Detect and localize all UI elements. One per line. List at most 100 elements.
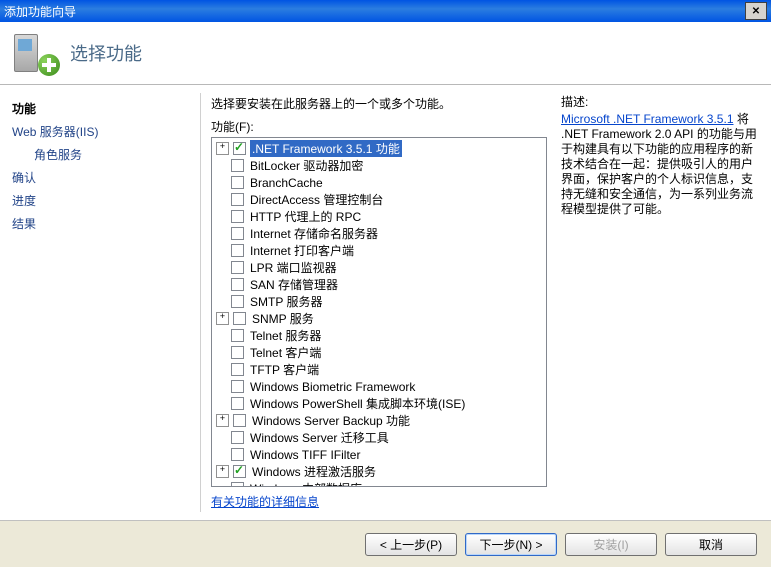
- cancel-button[interactable]: 取消: [665, 533, 757, 556]
- feature-row[interactable]: Windows PowerShell 集成脚本环境(ISE): [212, 395, 546, 412]
- feature-row[interactable]: BitLocker 驱动器加密: [212, 157, 546, 174]
- feature-checkbox[interactable]: [231, 210, 244, 223]
- prev-button[interactable]: < 上一步(P): [365, 533, 457, 556]
- description-text: 将 .NET Framework 2.0 API 的功能与用于构建具有以下功能的…: [561, 112, 757, 216]
- feature-checkbox[interactable]: [233, 465, 246, 478]
- install-button[interactable]: 安装(I): [565, 533, 657, 556]
- feature-checkbox[interactable]: [231, 193, 244, 206]
- feature-row[interactable]: Telnet 客户端: [212, 344, 546, 361]
- feature-checkbox[interactable]: [233, 414, 246, 427]
- more-info-link[interactable]: 有关功能的详细信息: [211, 493, 547, 510]
- feature-label: LPR 端口监视器: [248, 259, 339, 276]
- feature-label: Telnet 服务器: [248, 327, 323, 344]
- feature-label: Telnet 客户端: [248, 344, 323, 361]
- feature-checkbox[interactable]: [233, 312, 246, 325]
- feature-label: Windows TIFF IFilter: [248, 448, 362, 462]
- feature-row[interactable]: Internet 打印客户端: [212, 242, 546, 259]
- feature-label: HTTP 代理上的 RPC: [248, 208, 363, 225]
- wizard-steps: 功能Web 服务器(IIS)角色服务确认进度结果: [0, 85, 200, 520]
- feature-row[interactable]: Internet 存储命名服务器: [212, 225, 546, 242]
- expand-icon: [216, 228, 227, 239]
- expand-icon[interactable]: +: [216, 414, 229, 427]
- feature-checkbox[interactable]: [231, 278, 244, 291]
- feature-checkbox[interactable]: [233, 142, 246, 155]
- wizard-step[interactable]: Web 服务器(IIS): [12, 120, 200, 143]
- footer: < 上一步(P) 下一步(N) > 安装(I) 取消: [0, 520, 771, 567]
- feature-row[interactable]: DirectAccess 管理控制台: [212, 191, 546, 208]
- feature-checkbox[interactable]: [231, 159, 244, 172]
- close-button[interactable]: ✕: [745, 2, 767, 20]
- feature-checkbox[interactable]: [231, 397, 244, 410]
- expand-icon: [216, 211, 227, 222]
- feature-checkbox[interactable]: [231, 329, 244, 342]
- feature-row[interactable]: LPR 端口监视器: [212, 259, 546, 276]
- wizard-icon: [14, 32, 56, 74]
- feature-label: SAN 存储管理器: [248, 276, 340, 293]
- feature-checkbox[interactable]: [231, 244, 244, 257]
- feature-row[interactable]: +SNMP 服务: [212, 310, 546, 327]
- feature-row[interactable]: Windows 内部数据库: [212, 480, 546, 487]
- feature-checkbox[interactable]: [231, 261, 244, 274]
- expand-icon: [216, 364, 227, 375]
- wizard-step[interactable]: 进度: [12, 189, 200, 212]
- feature-label: BitLocker 驱动器加密: [248, 157, 365, 174]
- features-tree[interactable]: +.NET Framework 3.5.1 功能BitLocker 驱动器加密 B…: [211, 137, 547, 487]
- expand-icon: [216, 262, 227, 273]
- wizard-step[interactable]: 功能: [12, 97, 200, 120]
- expand-icon: [216, 160, 227, 171]
- feature-checkbox[interactable]: [231, 482, 244, 487]
- feature-row[interactable]: SAN 存储管理器: [212, 276, 546, 293]
- feature-row[interactable]: Windows TIFF IFilter: [212, 446, 546, 463]
- feature-label: BranchCache: [248, 176, 325, 190]
- feature-checkbox[interactable]: [231, 431, 244, 444]
- page-title: 选择功能: [70, 40, 142, 66]
- wizard-step[interactable]: 结果: [12, 212, 200, 235]
- instruction-text: 选择要安装在此服务器上的一个或多个功能。: [211, 95, 547, 112]
- feature-checkbox[interactable]: [231, 176, 244, 189]
- feature-label: Windows PowerShell 集成脚本环境(ISE): [248, 395, 467, 412]
- feature-row[interactable]: + Windows 进程激活服务: [212, 463, 546, 480]
- feature-row[interactable]: Windows Server 迁移工具: [212, 429, 546, 446]
- feature-row[interactable]: HTTP 代理上的 RPC: [212, 208, 546, 225]
- expand-icon: [216, 483, 227, 487]
- wizard-step[interactable]: 角色服务: [12, 143, 200, 166]
- feature-label: Windows Server 迁移工具: [248, 429, 391, 446]
- expand-icon: [216, 279, 227, 290]
- expand-icon: [216, 296, 227, 307]
- feature-row[interactable]: SMTP 服务器: [212, 293, 546, 310]
- feature-checkbox[interactable]: [231, 227, 244, 240]
- feature-checkbox[interactable]: [231, 363, 244, 376]
- feature-row[interactable]: Telnet 服务器: [212, 327, 546, 344]
- banner: 选择功能: [0, 22, 771, 85]
- feature-row[interactable]: BranchCache: [212, 174, 546, 191]
- expand-icon: [216, 245, 227, 256]
- expand-icon[interactable]: +: [216, 312, 229, 325]
- feature-label: Internet 存储命名服务器: [248, 225, 380, 242]
- feature-row[interactable]: Windows Biometric Framework: [212, 378, 546, 395]
- expand-icon: [216, 398, 227, 409]
- feature-row[interactable]: TFTP 客户端: [212, 361, 546, 378]
- features-label: 功能(F):: [211, 118, 547, 135]
- next-button[interactable]: 下一步(N) >: [465, 533, 557, 556]
- feature-row[interactable]: + Windows Server Backup 功能: [212, 412, 546, 429]
- description-link[interactable]: Microsoft .NET Framework 3.5.1: [561, 112, 734, 126]
- feature-checkbox[interactable]: [231, 295, 244, 308]
- feature-label: Windows Biometric Framework: [248, 380, 417, 394]
- wizard-step[interactable]: 确认: [12, 166, 200, 189]
- expand-icon[interactable]: +: [216, 142, 229, 155]
- feature-label: Windows 进程激活服务: [250, 463, 378, 480]
- feature-label: Internet 打印客户端: [248, 242, 356, 259]
- feature-checkbox[interactable]: [231, 380, 244, 393]
- feature-label: Windows Server Backup 功能: [250, 412, 412, 429]
- expand-icon[interactable]: +: [216, 465, 229, 478]
- expand-icon: [216, 347, 227, 358]
- feature-checkbox[interactable]: [231, 448, 244, 461]
- window-title: 添加功能向导: [4, 3, 76, 20]
- expand-icon: [216, 177, 227, 188]
- expand-icon: [216, 381, 227, 392]
- feature-label: Windows 内部数据库: [248, 480, 364, 487]
- feature-checkbox[interactable]: [231, 346, 244, 359]
- feature-row[interactable]: +.NET Framework 3.5.1 功能: [212, 140, 546, 157]
- expand-icon: [216, 432, 227, 443]
- expand-icon: [216, 449, 227, 460]
